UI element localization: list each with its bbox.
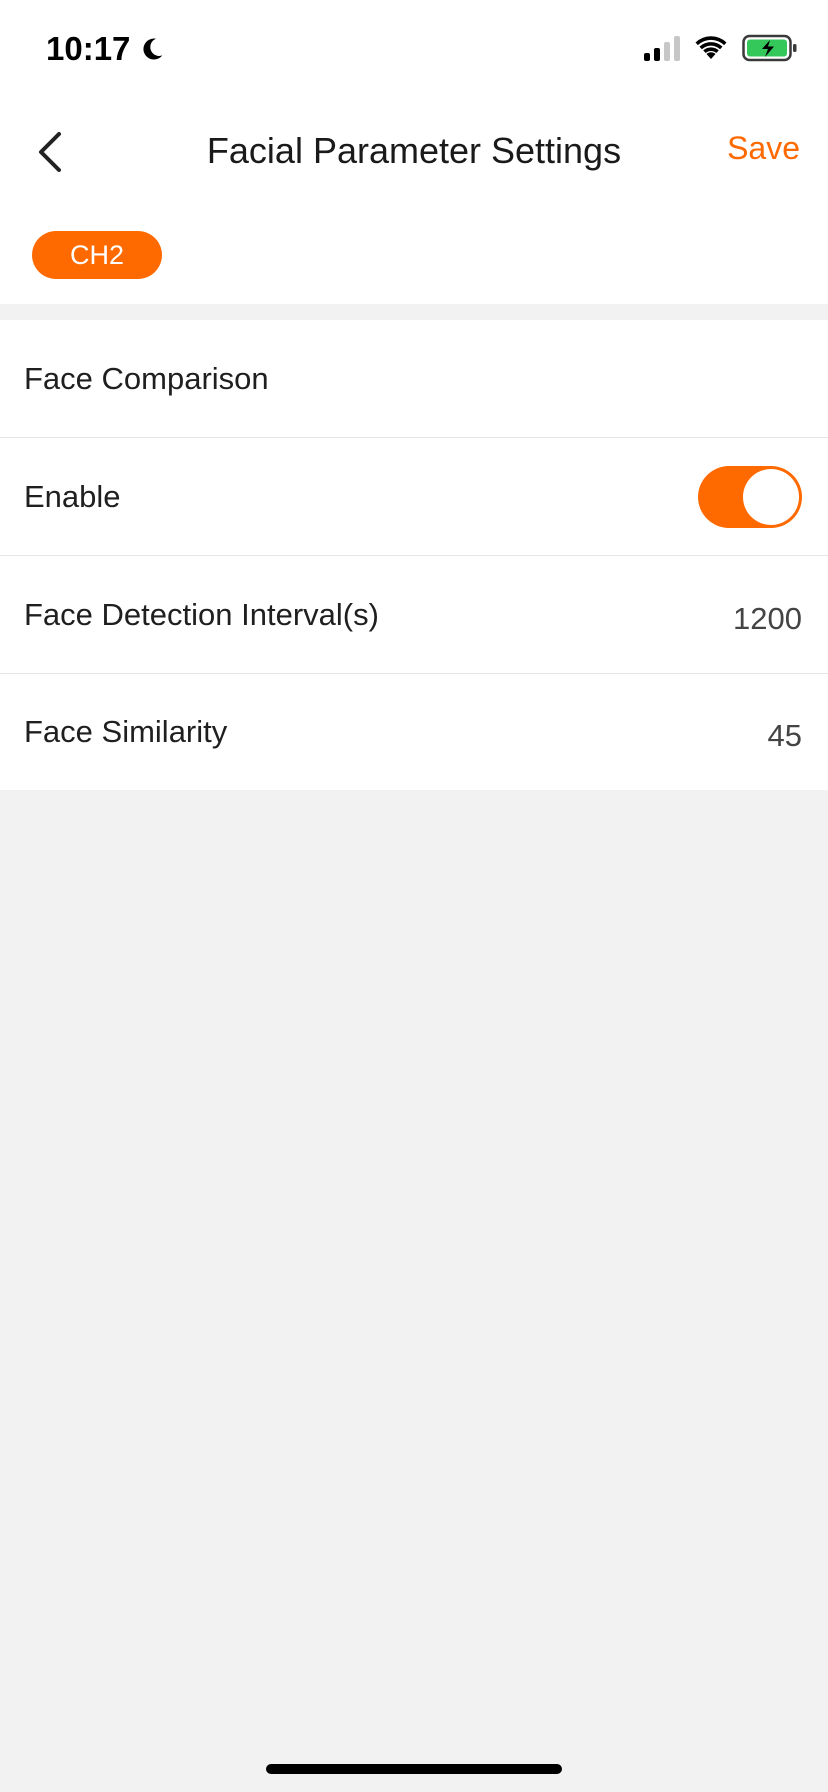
face-similarity-value: 45 — [767, 718, 802, 753]
signal-icon — [644, 35, 680, 61]
face-detection-interval-row[interactable]: Face Detection Interval(s) 1200 — [0, 556, 828, 674]
channel-chip[interactable]: CH2 — [32, 231, 162, 279]
moon-icon — [143, 38, 163, 60]
face-detection-interval-label: Face Detection Interval(s) — [24, 596, 379, 632]
section-header-face-comparison: Face Comparison — [0, 320, 828, 438]
face-detection-interval-value: 1200 — [733, 600, 802, 636]
status-time: 10:17 — [46, 30, 166, 68]
clock-label: 10:17 — [46, 30, 131, 67]
enable-toggle[interactable] — [698, 465, 802, 528]
battery-icon — [742, 34, 797, 62]
status-bar: 10:17 — [0, 0, 828, 100]
toggle-knob — [743, 468, 799, 525]
settings-list: Face Comparison Enable Face Detection In… — [0, 320, 828, 790]
face-similarity-row[interactable]: Face Similarity 45 — [0, 674, 828, 790]
section-title: Face Comparison — [24, 360, 269, 396]
enable-row: Enable — [0, 438, 828, 556]
page-title: Facial Parameter Settings — [206, 130, 622, 171]
wifi-icon — [695, 36, 727, 59]
home-indicator — [266, 1764, 562, 1774]
navigation-bar: Facial Parameter Settings Save — [0, 100, 828, 204]
face-similarity-label: Face Similarity — [24, 714, 228, 749]
save-button[interactable]: Save — [727, 130, 800, 167]
status-icons — [644, 34, 798, 62]
enable-label: Enable — [24, 478, 121, 514]
